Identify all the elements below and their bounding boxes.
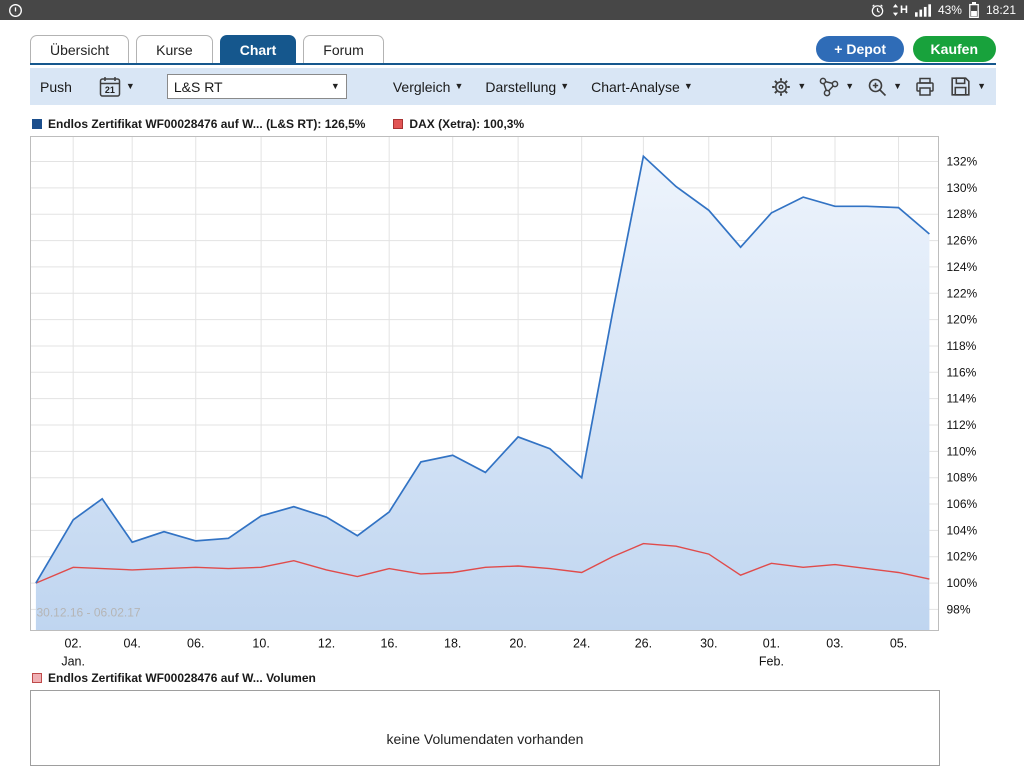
tab-uebersicht[interactable]: Übersicht [30, 35, 129, 64]
svg-text:130%: 130% [947, 181, 978, 195]
chevron-down-icon: ▼ [845, 82, 854, 91]
push-label: Push [40, 79, 72, 95]
legend-series2: DAX (Xetra): 100,3% [393, 117, 524, 131]
volume-swatch-icon [32, 673, 42, 683]
svg-text:116%: 116% [947, 365, 977, 379]
printer-icon [913, 75, 937, 99]
svg-text:06.: 06. [187, 637, 204, 651]
signal-icon [915, 4, 931, 17]
chart-analyse-label: Chart-Analyse [591, 79, 680, 95]
volume-empty-message: keine Volumendaten vorhanden [31, 731, 939, 747]
svg-text:20.: 20. [509, 637, 526, 651]
svg-text:04.: 04. [124, 637, 141, 651]
svg-text:16.: 16. [380, 637, 397, 651]
chevron-down-icon: ▼ [331, 82, 340, 91]
toolbar-icons: ▼ ▼ ▼ ▼ [769, 74, 986, 99]
svg-text:106%: 106% [947, 497, 978, 511]
notification-icon [8, 3, 23, 18]
chevron-down-icon: ▼ [126, 82, 135, 91]
chart-legend: Endlos Zertifikat WF00028476 auf W... (L… [32, 117, 524, 131]
series2-swatch-icon [393, 119, 403, 129]
volume-panel: keine Volumendaten vorhanden [30, 690, 940, 766]
tab-underline [30, 63, 996, 65]
svg-text:10.: 10. [252, 637, 269, 651]
svg-text:30.12.16 - 06.02.17: 30.12.16 - 06.02.17 [37, 606, 141, 620]
save-button[interactable]: ▼ [948, 74, 986, 99]
svg-text:100%: 100% [947, 576, 978, 590]
chevron-down-icon: ▼ [454, 82, 463, 91]
chevron-down-icon: ▼ [560, 82, 569, 91]
indicators-button[interactable]: ▼ [817, 75, 854, 99]
svg-text:12.: 12. [318, 637, 335, 651]
price-chart-canvas[interactable]: 30.12.16 - 06.02.17 132% 130% 128% 126% 124% 1… [30, 134, 990, 668]
zoom-in-icon [865, 75, 889, 99]
chevron-down-icon: ▼ [893, 82, 902, 91]
print-button[interactable] [913, 75, 937, 99]
chart-analyse-dropdown[interactable]: Chart-Analyse ▼ [591, 79, 693, 95]
chevron-down-icon: ▼ [977, 82, 986, 91]
svg-text:24.: 24. [573, 637, 590, 651]
price-chart[interactable]: 30.12.16 - 06.02.17 132% 130% 128% 126% 124% 1… [30, 134, 990, 668]
battery-icon [969, 2, 979, 18]
kaufen-button[interactable]: Kaufen [913, 36, 996, 62]
status-bar: H 43% 18:21 [0, 0, 1024, 20]
tab-chart[interactable]: Chart [220, 35, 297, 64]
svg-text:108%: 108% [947, 471, 978, 485]
svg-text:128%: 128% [947, 207, 978, 221]
chevron-down-icon: ▼ [684, 82, 693, 91]
svg-text:02.: 02. [64, 637, 81, 651]
svg-text:102%: 102% [947, 550, 978, 564]
save-icon [948, 74, 973, 99]
svg-text:26.: 26. [635, 637, 652, 651]
tab-bar: Übersicht Kurse Chart Forum [30, 33, 391, 64]
gear-icon [769, 75, 793, 99]
vergleich-dropdown[interactable]: Vergleich ▼ [393, 79, 464, 95]
data-arrows-icon [892, 4, 899, 16]
darstellung-dropdown[interactable]: Darstellung ▼ [485, 79, 569, 95]
darstellung-label: Darstellung [485, 79, 556, 95]
exchange-select-value: L&S RT [174, 79, 223, 95]
clock: 18:21 [986, 3, 1016, 17]
series1-swatch-icon [32, 119, 42, 129]
svg-text:03.: 03. [826, 637, 843, 651]
legend-series1: Endlos Zertifikat WF00028476 auf W... (L… [32, 117, 365, 131]
battery-percent: 43% [938, 3, 962, 17]
tab-forum[interactable]: Forum [303, 35, 383, 64]
interval-button[interactable]: 21 ▼ [98, 76, 135, 98]
svg-text:118%: 118% [947, 339, 977, 353]
alarm-icon [870, 3, 885, 18]
exchange-select[interactable]: L&S RT ▼ [167, 74, 347, 99]
svg-text:30.: 30. [700, 637, 717, 651]
calendar-day-value: 21 [98, 85, 122, 95]
vergleich-label: Vergleich [393, 79, 451, 95]
svg-text:104%: 104% [947, 523, 978, 537]
svg-text:132%: 132% [947, 155, 978, 169]
svg-text:05.: 05. [890, 637, 907, 651]
svg-text:18.: 18. [444, 637, 461, 651]
svg-text:110%: 110% [947, 444, 977, 458]
indicators-icon [817, 75, 841, 99]
zoom-button[interactable]: ▼ [865, 75, 902, 99]
svg-text:01.: 01. [763, 637, 780, 651]
svg-text:112%: 112% [947, 418, 977, 432]
svg-text:120%: 120% [947, 313, 978, 327]
svg-text:126%: 126% [947, 234, 978, 248]
svg-text:124%: 124% [947, 260, 978, 274]
network-type-indicator: H [892, 4, 908, 16]
svg-text:122%: 122% [947, 286, 978, 300]
add-depot-button[interactable]: + Depot [816, 36, 904, 62]
svg-text:98%: 98% [947, 602, 971, 616]
svg-text:Jan.: Jan. [61, 655, 85, 669]
volume-legend: Endlos Zertifikat WF00028476 auf W... Vo… [32, 671, 316, 685]
chevron-down-icon: ▼ [797, 82, 806, 91]
settings-button[interactable]: ▼ [769, 75, 806, 99]
tab-kurse[interactable]: Kurse [136, 35, 213, 64]
svg-text:114%: 114% [947, 392, 977, 406]
svg-text:Feb.: Feb. [759, 655, 784, 669]
chart-toolbar: Push 21 ▼ L&S RT ▼ Vergleich ▼ Darstellu… [30, 68, 996, 105]
